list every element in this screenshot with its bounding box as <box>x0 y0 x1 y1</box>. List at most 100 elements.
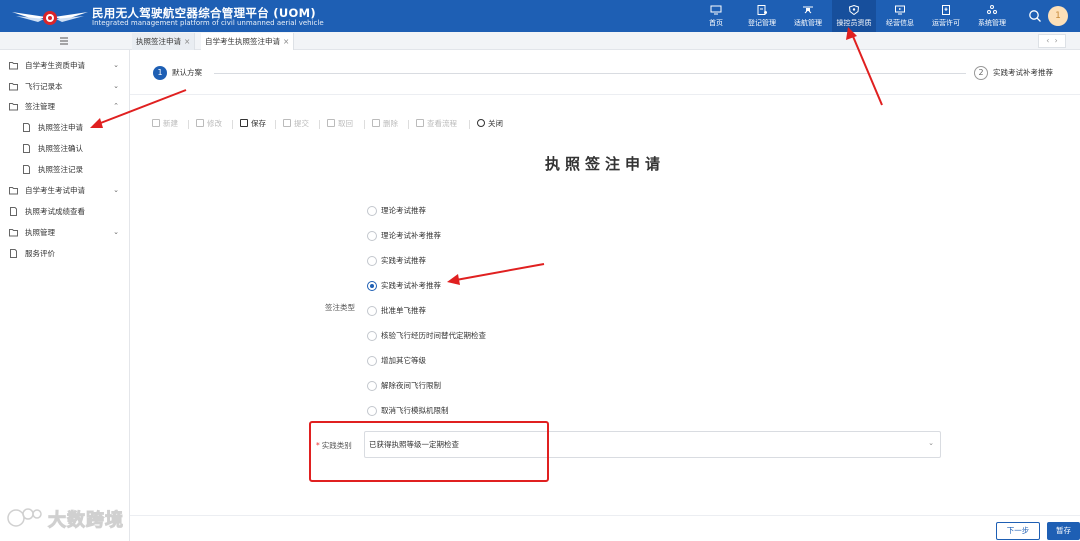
sidebar-item-label: 执照签注申请 <box>38 123 83 132</box>
watermark-text: 大数跨境 <box>48 510 124 532</box>
folder-icon <box>9 62 18 70</box>
sidebar-item-exam-results[interactable]: 执照考试成绩查看 <box>0 201 129 222</box>
main-content: 1 默认方案 2 实践考试补考推荐 新建 修改 保存 提交 取回 删除 查看流程… <box>130 50 1080 541</box>
menu-toggle-icon[interactable] <box>58 35 70 47</box>
sidebar-item-license-management[interactable]: 执照管理 ⌄ <box>0 222 129 243</box>
tab-scroll-arrows[interactable]: ‹ › <box>1038 34 1066 48</box>
save-icon <box>240 119 248 127</box>
sidebar-item-self-study-exam[interactable]: 自学考生考试申请 ⌄ <box>0 180 129 201</box>
step-2-label[interactable]: 实践考试补考推荐 <box>993 67 1053 78</box>
submit-button[interactable]: 提交 <box>283 117 309 131</box>
folder-icon <box>9 83 18 91</box>
file-icon <box>10 249 17 258</box>
tab-license-endorsement[interactable]: 执照签注申请 × <box>132 33 196 50</box>
tab-self-study-endorsement[interactable]: 自学考生执照签注申请 × <box>201 33 295 50</box>
close-button[interactable]: 关闭 <box>477 117 503 131</box>
search-icon[interactable] <box>1028 9 1042 23</box>
drone-icon <box>803 6 813 14</box>
nav-label: 登记管理 <box>748 19 776 27</box>
chevron-down-icon: ⌄ <box>113 61 119 69</box>
recall-button[interactable]: 取回 <box>327 117 353 131</box>
sidebar: 自学考生资质申请 ⌄ 飞行记录本 ⌄ 签注管理 ⌃ 执照签注申请 执照签注确认 … <box>0 50 130 541</box>
edit-icon <box>196 119 204 127</box>
radio-checked-icon[interactable] <box>367 281 377 291</box>
annotation-highlight-box <box>309 421 549 482</box>
sidebar-item-flight-logbook[interactable]: 飞行记录本 ⌄ <box>0 76 129 97</box>
recall-icon <box>327 119 335 127</box>
radio-unchecked-icon[interactable] <box>367 356 377 366</box>
sidebar-item-label: 执照考试成绩查看 <box>25 207 85 216</box>
option-label: 增加其它等级 <box>381 356 426 365</box>
sidebar-item-license-endorsement-records[interactable]: 执照签注记录 <box>0 159 129 180</box>
sidebar-item-label: 飞行记录本 <box>25 82 63 91</box>
nav-label: 系统管理 <box>978 19 1006 27</box>
sidebar-item-license-endorsement-apply[interactable]: 执照签注申请 <box>0 117 129 138</box>
nav-label: 操控员资质 <box>836 19 872 27</box>
nav-operation-permit[interactable]: 运营许可 <box>924 0 968 32</box>
file-icon <box>23 144 30 153</box>
folder-icon <box>9 229 18 237</box>
next-step-button[interactable]: 下一步 <box>996 522 1040 540</box>
save-button[interactable]: 保存 <box>240 117 266 131</box>
flow-icon <box>416 119 424 127</box>
option-label: 理论考试补考推荐 <box>381 231 441 240</box>
radio-unchecked-icon[interactable] <box>367 381 377 391</box>
permit-icon <box>942 5 950 15</box>
file-icon <box>23 123 30 132</box>
monitor-icon <box>710 5 722 15</box>
sidebar-item-label: 服务评价 <box>25 249 55 258</box>
step-2-number: 2 <box>974 66 988 80</box>
tab-label: 执照签注申请 <box>136 37 181 46</box>
radio-unchecked-icon[interactable] <box>367 206 377 216</box>
caac-logo-icon <box>12 11 88 25</box>
tab-close-icon[interactable]: × <box>283 37 289 46</box>
user-avatar[interactable]: 1 <box>1048 6 1068 26</box>
close-icon <box>477 119 485 127</box>
save-draft-button[interactable]: 暂存 <box>1047 522 1080 540</box>
option-label: 解除夜间飞行限制 <box>381 381 441 390</box>
radio-unchecked-icon[interactable] <box>367 331 377 341</box>
step-1-label[interactable]: 默认方案 <box>172 67 202 78</box>
sidebar-item-self-study-qualification[interactable]: 自学考生资质申请 ⌄ <box>0 55 129 76</box>
form-footer: 下一步 暂存 <box>130 515 1080 541</box>
chevron-down-icon: ⌄ <box>113 186 119 194</box>
radio-unchecked-icon[interactable] <box>367 306 377 316</box>
radio-unchecked-icon[interactable] <box>367 256 377 266</box>
sidebar-item-label: 签注管理 <box>25 102 55 111</box>
nav-system-management[interactable]: 系统管理 <box>970 0 1014 32</box>
radio-unchecked-icon[interactable] <box>367 231 377 241</box>
chevron-down-icon: ⌄ <box>113 228 119 236</box>
sidebar-item-label: 执照签注确认 <box>38 144 83 153</box>
nav-registration[interactable]: 登记管理 <box>740 0 784 32</box>
sidebar-item-label: 自学考生资质申请 <box>25 61 85 70</box>
folder-icon <box>9 103 18 111</box>
chevron-down-icon: ⌄ <box>928 439 934 447</box>
nav-home[interactable]: 首页 <box>694 0 738 32</box>
shield-icon <box>848 5 860 15</box>
chevron-down-icon: ⌄ <box>113 82 119 90</box>
document-icon <box>757 5 767 15</box>
sidebar-item-label: 执照管理 <box>25 228 55 237</box>
sidebar-item-service-rating[interactable]: 服务评价 <box>0 243 129 264</box>
step-progress: 1 默认方案 2 实践考试补考推荐 <box>130 50 1080 95</box>
sidebar-item-license-endorsement-confirm[interactable]: 执照签注确认 <box>0 138 129 159</box>
nav-label: 经营信息 <box>886 19 914 27</box>
delete-button[interactable]: 删除 <box>372 117 398 131</box>
new-button[interactable]: 新建 <box>152 117 178 131</box>
view-flow-button[interactable]: 查看流程 <box>416 117 457 131</box>
edit-button[interactable]: 修改 <box>196 117 222 131</box>
step-1-number: 1 <box>153 66 167 80</box>
nav-label: 适航管理 <box>794 19 822 27</box>
option-label: 理论考试推荐 <box>381 206 426 215</box>
option-label: 批准单飞推荐 <box>381 306 426 315</box>
radio-unchecked-icon[interactable] <box>367 406 377 416</box>
nav-label: 首页 <box>709 19 723 27</box>
tab-close-icon[interactable]: × <box>184 37 190 46</box>
sidebar-item-endorsement-management[interactable]: 签注管理 ⌃ <box>0 96 129 117</box>
nav-operator-qualification[interactable]: 操控员资质 <box>832 0 876 32</box>
nav-label: 运营许可 <box>932 19 960 27</box>
nav-business-info[interactable]: 经营信息 <box>878 0 922 32</box>
watermark: 大数跨境 <box>6 504 146 532</box>
nav-airworthiness[interactable]: 适航管理 <box>786 0 830 32</box>
plus-icon <box>152 119 160 127</box>
